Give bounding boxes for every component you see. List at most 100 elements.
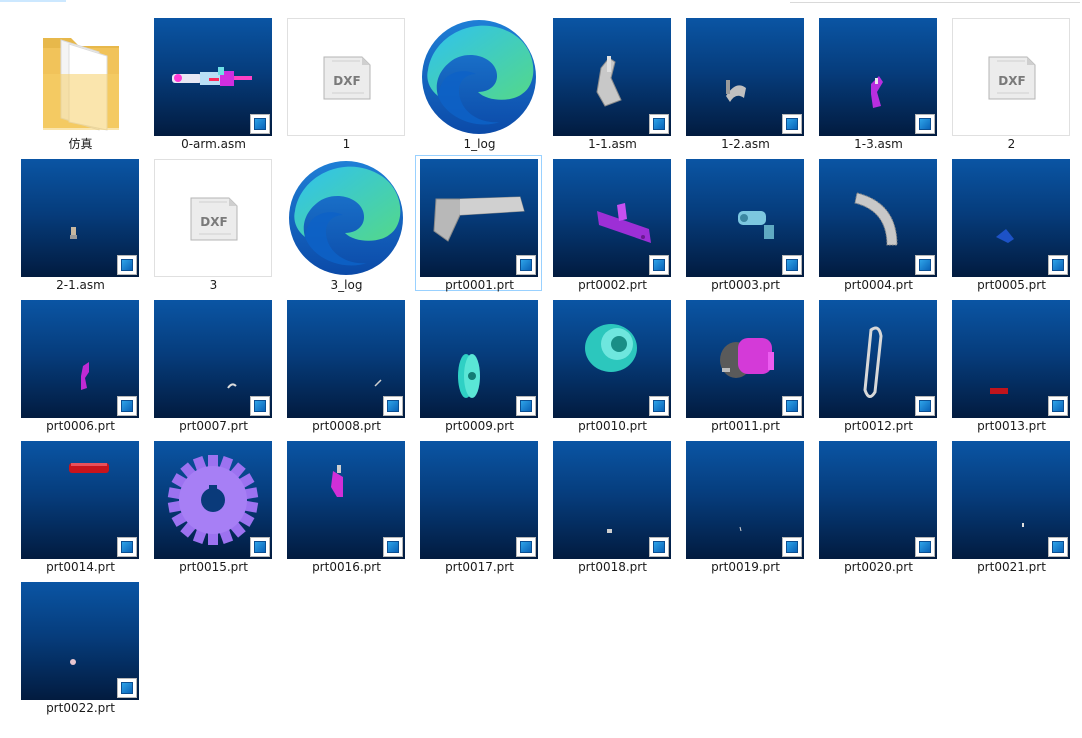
file-name-label: prt0014.prt xyxy=(46,560,115,574)
gear-arc-part-icon xyxy=(819,159,937,277)
part-icon xyxy=(952,300,1070,418)
file-item[interactable]: prt0010.prt xyxy=(548,296,675,433)
file-name-label: 3 xyxy=(209,278,218,292)
file-item[interactable]: prt0011.prt xyxy=(681,296,808,433)
file-item[interactable]: prt0018.prt xyxy=(548,437,675,574)
creo-file-badge-icon xyxy=(117,255,137,275)
folder-icon xyxy=(21,18,139,136)
creo-file-badge-icon xyxy=(915,396,935,416)
creo-file-badge-icon xyxy=(117,537,137,557)
file-item[interactable]: 1-2.asm xyxy=(681,14,808,151)
file-name-label: prt0004.prt xyxy=(844,278,913,292)
file-item[interactable]: prt0022.prt xyxy=(16,578,143,715)
belt-part-icon xyxy=(819,300,937,418)
part-icon xyxy=(21,441,139,559)
file-item[interactable]: prt0019.prt xyxy=(681,437,808,574)
file-item[interactable]: prt0007.prt xyxy=(149,296,276,433)
assembly-icon xyxy=(21,159,139,277)
part-icon xyxy=(952,159,1070,277)
file-name-label: prt0005.prt xyxy=(977,278,1046,292)
file-name-label: prt0012.prt xyxy=(844,419,913,433)
creo-file-badge-icon xyxy=(915,255,935,275)
file-item[interactable]: prt0002.prt xyxy=(548,155,675,292)
creo-file-badge-icon xyxy=(117,678,137,698)
part-icon xyxy=(553,159,671,277)
file-name-label: 1-3.asm xyxy=(854,137,903,151)
file-name-label: prt0013.prt xyxy=(977,419,1046,433)
file-item[interactable]: 1-1.asm xyxy=(548,14,675,151)
nav-selection-strip xyxy=(0,0,66,2)
file-item[interactable]: prt0021.prt xyxy=(947,437,1074,574)
file-name-label: 1-2.asm xyxy=(721,137,770,151)
file-item[interactable]: DXF 3 xyxy=(149,155,276,292)
file-name-label: prt0010.prt xyxy=(578,419,647,433)
file-name-label: 1_log xyxy=(463,137,496,151)
file-name-label: prt0016.prt xyxy=(312,560,381,574)
file-item[interactable]: prt0001.prt xyxy=(415,155,542,292)
file-item[interactable]: prt0003.prt xyxy=(681,155,808,292)
file-item[interactable]: DXF 2 xyxy=(947,14,1074,151)
part-icon xyxy=(819,441,937,559)
file-item[interactable]: 3_log xyxy=(282,155,409,292)
dxf-file-icon: DXF xyxy=(952,18,1070,136)
dxf-file-icon: DXF xyxy=(154,159,272,277)
file-name-label: prt0006.prt xyxy=(46,419,115,433)
bracket-part-icon xyxy=(420,159,538,277)
creo-file-badge-icon xyxy=(1048,537,1068,557)
file-name-label: prt0008.prt xyxy=(312,419,381,433)
file-item[interactable]: 1-3.asm xyxy=(814,14,941,151)
creo-file-badge-icon xyxy=(649,255,669,275)
file-item[interactable]: prt0013.prt xyxy=(947,296,1074,433)
file-item[interactable]: prt0006.prt xyxy=(16,296,143,433)
assembly-icon xyxy=(553,18,671,136)
file-item[interactable]: prt0012.prt xyxy=(814,296,941,433)
file-item[interactable]: prt0015.prt xyxy=(149,437,276,574)
file-name-label: prt0015.prt xyxy=(179,560,248,574)
file-name-label: 1-1.asm xyxy=(588,137,637,151)
file-name-label: prt0018.prt xyxy=(578,560,647,574)
creo-file-badge-icon xyxy=(782,396,802,416)
creo-file-badge-icon xyxy=(250,114,270,134)
file-name-label: prt0020.prt xyxy=(844,560,913,574)
creo-file-badge-icon xyxy=(117,396,137,416)
file-item[interactable]: prt0020.prt xyxy=(814,437,941,574)
creo-file-badge-icon xyxy=(383,396,403,416)
edge-browser-icon xyxy=(287,159,405,277)
motor-part-icon xyxy=(686,300,804,418)
search-box-edge[interactable] xyxy=(790,0,1080,3)
creo-file-badge-icon xyxy=(649,537,669,557)
file-item[interactable]: 仿真 xyxy=(16,14,143,151)
creo-file-badge-icon xyxy=(516,537,536,557)
file-item[interactable]: 1_log xyxy=(415,14,542,151)
part-icon xyxy=(420,441,538,559)
edge-browser-icon xyxy=(420,18,538,136)
file-item[interactable]: prt0004.prt xyxy=(814,155,941,292)
part-icon xyxy=(21,582,139,700)
file-name-label: 1 xyxy=(342,137,351,151)
file-item[interactable]: 0-arm.asm xyxy=(149,14,276,151)
assembly-icon xyxy=(819,18,937,136)
file-item[interactable]: prt0008.prt xyxy=(282,296,409,433)
file-item[interactable]: prt0017.prt xyxy=(415,437,542,574)
file-name-label: prt0019.prt xyxy=(711,560,780,574)
file-item[interactable]: prt0014.prt xyxy=(16,437,143,574)
creo-file-badge-icon xyxy=(1048,255,1068,275)
svg-text:DXF: DXF xyxy=(998,74,1025,88)
svg-text:DXF: DXF xyxy=(200,215,227,229)
creo-file-badge-icon xyxy=(516,255,536,275)
creo-file-badge-icon xyxy=(383,537,403,557)
file-item[interactable]: 2-1.asm xyxy=(16,155,143,292)
file-item[interactable]: prt0016.prt xyxy=(282,437,409,574)
file-item[interactable]: prt0009.prt xyxy=(415,296,542,433)
dxf-file-icon: DXF xyxy=(287,18,405,136)
gear-part-icon xyxy=(154,441,272,559)
part-icon xyxy=(686,159,804,277)
part-icon xyxy=(287,300,405,418)
file-item[interactable]: DXF 1 xyxy=(282,14,409,151)
file-item[interactable]: prt0005.prt xyxy=(947,155,1074,292)
file-name-label: prt0022.prt xyxy=(46,701,115,715)
file-name-label: 3_log xyxy=(330,278,363,292)
part-icon xyxy=(21,300,139,418)
creo-file-badge-icon xyxy=(1048,396,1068,416)
creo-file-badge-icon xyxy=(250,396,270,416)
